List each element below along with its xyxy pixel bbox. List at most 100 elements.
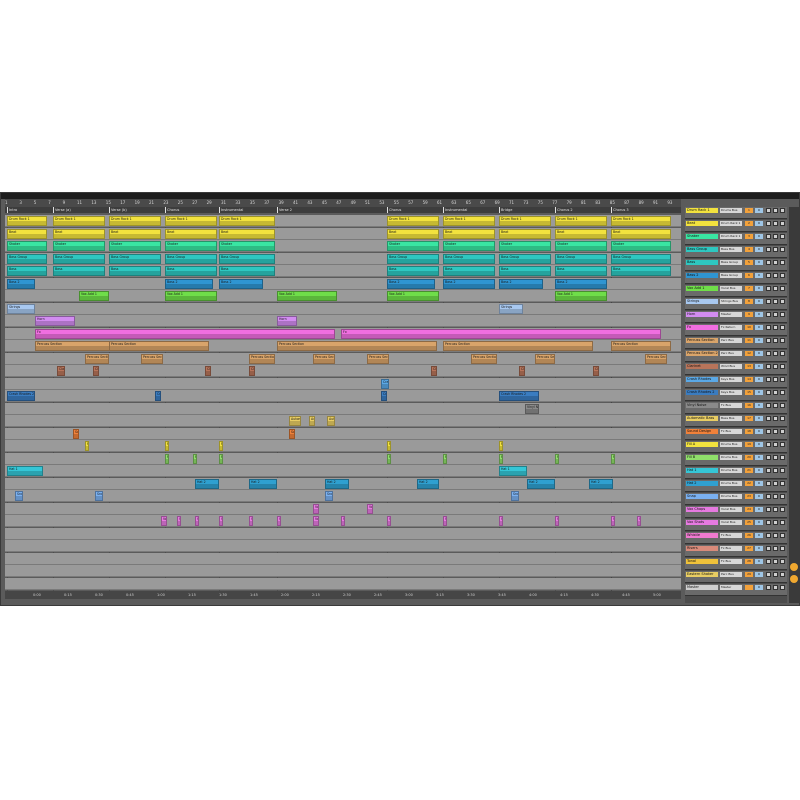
mixer-track-row[interactable]: Vox Shots Vocal Bus 25 0 (685, 519, 787, 531)
arrangement-timeline[interactable]: Drum Rack 1 Drum Rack 1 Drum Rack 1 Drum Ra… (5, 215, 681, 591)
track-activator-button[interactable]: 26 (745, 533, 753, 538)
track-activator-button[interactable]: 13 (745, 364, 753, 369)
arm-button[interactable] (773, 234, 778, 239)
arrangement-clip[interactable]: Vox Add 1 (79, 291, 109, 301)
mixer-track-row[interactable]: Beat Drum Rack 120 (685, 220, 787, 232)
mixer-track-row[interactable]: Hat 1 Drums Bus 21 0 (685, 467, 787, 479)
arrangement-clip[interactable]: Bass Group (53, 253, 105, 264)
output-routing-select[interactable]: Drums Bus (720, 468, 742, 473)
mute-button[interactable] (780, 273, 785, 278)
solo-button[interactable] (766, 351, 771, 356)
track-name[interactable]: Automatic Bass (686, 416, 718, 421)
mute-button[interactable] (780, 572, 785, 577)
solo-button[interactable] (766, 260, 771, 265)
arm-button[interactable] (773, 273, 778, 278)
output-routing-select[interactable]: Drum Rack 1 (720, 221, 742, 226)
mute-button[interactable] (780, 494, 785, 499)
output-routing-select[interactable]: Perc Bus (720, 572, 742, 577)
track-name[interactable]: Bass Group (686, 247, 718, 252)
solo-button[interactable] (766, 507, 771, 512)
arm-button[interactable] (773, 442, 778, 447)
arrangement-clip[interactable]: Vox Shots (161, 516, 167, 526)
volume-field[interactable]: 0 (755, 221, 763, 226)
track-name[interactable]: Beat (686, 221, 718, 226)
arm-button[interactable] (773, 338, 778, 343)
arrangement-clip[interactable]: Vox Chops (367, 503, 373, 514)
arrangement-clip[interactable]: Percuss Section 2 (313, 353, 335, 364)
arrangement-clip[interactable]: Beat (7, 228, 47, 239)
track-name[interactable]: Sound Design (686, 429, 718, 434)
volume-field[interactable]: 0 (755, 208, 763, 213)
arrangement-clip[interactable]: Shaker (219, 241, 275, 251)
track-name[interactable]: Snap (686, 494, 718, 499)
mute-button[interactable] (780, 455, 785, 460)
arrangement-clip[interactable]: Shaker (165, 241, 217, 251)
zoom-knob[interactable] (790, 563, 798, 571)
arrangement-clip[interactable]: Hat 1 (499, 466, 527, 476)
locator-marker[interactable]: Verse 2 (277, 207, 292, 213)
track-activator-button[interactable]: 24 (745, 507, 753, 512)
mixer-track-row[interactable]: Percuss Section Perc Bus 11 0 (685, 337, 787, 349)
arrangement-clip[interactable]: Beat (443, 228, 495, 239)
solo-button[interactable] (766, 455, 771, 460)
arrangement-clip[interactable]: Bass Group (611, 253, 671, 264)
arrangement-clip[interactable]: Vox Chops (313, 503, 319, 514)
track-name[interactable]: Risers (686, 546, 718, 551)
arrangement-clip[interactable]: Beat (165, 228, 217, 239)
volume-field[interactable]: 0 (755, 234, 763, 239)
arrangement-clip[interactable]: Clarinet (431, 366, 437, 376)
arrangement-clip[interactable]: Beat (555, 228, 607, 239)
solo-button[interactable] (766, 572, 771, 577)
arrangement-clip[interactable]: Percuss Section 2 (367, 353, 389, 364)
volume-field[interactable]: 0 (755, 273, 763, 278)
track-name[interactable]: Eastern Shaker (686, 572, 718, 577)
solo-button[interactable] (766, 273, 771, 278)
volume-field[interactable]: 0 (755, 416, 763, 421)
arrangement-clip[interactable]: Vox Shots (277, 516, 281, 526)
track-name[interactable]: Percuss Section 2 (686, 351, 718, 356)
arrangement-clip[interactable]: Vox Shots (637, 516, 641, 526)
arrangement-clip[interactable]: Bass Group (165, 253, 217, 264)
output-routing-select[interactable]: Bass Bus (720, 416, 742, 421)
volume-field[interactable]: 0 (755, 364, 763, 369)
track-name[interactable]: Hat 1 (686, 468, 718, 473)
arrangement-clip[interactable]: Bass 2 (219, 278, 263, 289)
locator-marker[interactable]: Chorus (165, 207, 179, 213)
arm-button[interactable] (773, 481, 778, 486)
track-activator-button[interactable]: 17 (745, 416, 753, 421)
track-name[interactable]: Whistle (686, 533, 718, 538)
track-name[interactable]: Vinyl Noise (686, 403, 718, 408)
track-name[interactable]: Tonal (686, 559, 718, 564)
output-routing-select[interactable]: Drums Bus (720, 455, 742, 460)
track-lane[interactable]: Vinyl Noise (5, 402, 681, 415)
mixer-track-row[interactable]: Fx Fx Return 10 0 (685, 324, 787, 336)
track-activator-button[interactable]: 15 (745, 390, 753, 395)
arrangement-clip[interactable]: Beat (109, 228, 161, 239)
track-lane[interactable]: Fill A Fill A Fill A Fill A Fill A (5, 440, 681, 452)
volume-field[interactable]: 0 (755, 260, 763, 265)
track-activator-button[interactable]: 11 (745, 338, 753, 343)
mixer-track-row[interactable]: Fill B Drums Bus 20 0 (685, 454, 787, 466)
arrangement-clip[interactable]: Automatic Bass (309, 416, 315, 426)
mute-button[interactable] (780, 429, 785, 434)
mute-button[interactable] (780, 338, 785, 343)
arrangement-clip[interactable]: Vox Add 1 (555, 291, 607, 301)
track-activator-button[interactable]: 28 (745, 559, 753, 564)
arrangement-clip[interactable]: Bass 2 (555, 278, 607, 289)
arrangement-clip[interactable]: Bass (611, 266, 671, 276)
arrangement-clip[interactable]: Bass (7, 266, 47, 276)
track-lane[interactable]: Bass Bass Bass Bass Bass Bass Bass Bass Bass Bass (5, 265, 681, 277)
mute-button[interactable] (780, 533, 785, 538)
mute-button[interactable] (780, 416, 785, 421)
track-lane[interactable]: Percuss Section 2 Percuss Section 2 Percus… (5, 352, 681, 365)
mixer-track-row[interactable]: Vinyl Noise Fx Bus 16 0 (685, 402, 787, 414)
track-activator-button[interactable]: 4 (745, 247, 753, 252)
arrangement-clip[interactable]: Crash Rhodes 2 (155, 391, 161, 401)
solo-button[interactable] (766, 299, 771, 304)
track-lane[interactable]: Sound Design Sound Design (5, 427, 681, 440)
vertical-scrollbar[interactable] (789, 207, 799, 603)
arrangement-clip[interactable]: Beat (53, 228, 105, 239)
arm-button[interactable] (773, 312, 778, 317)
track-activator-button[interactable]: 20 (745, 455, 753, 460)
arrangement-clip[interactable]: Vinyl Noise (525, 403, 539, 414)
